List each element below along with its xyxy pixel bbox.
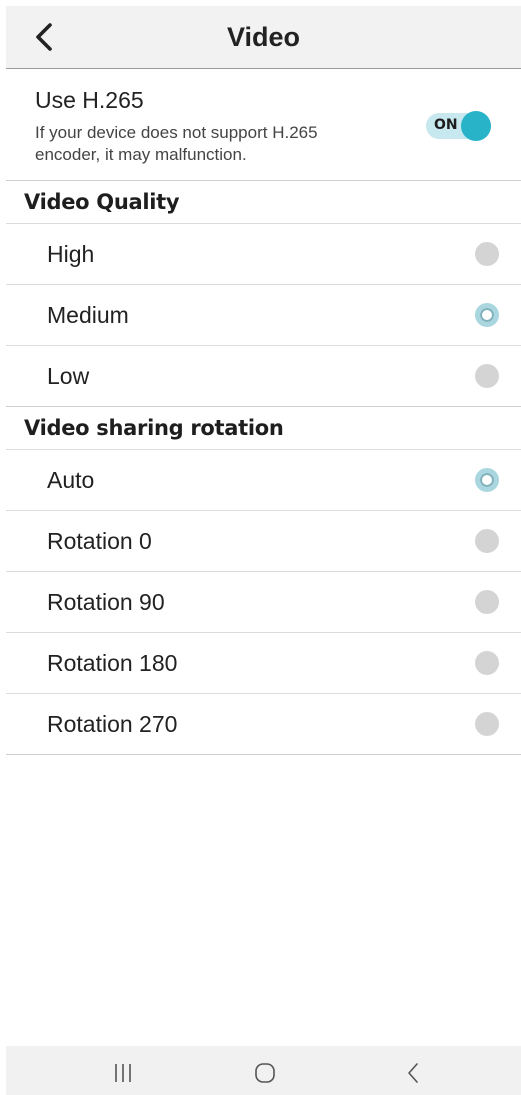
radio-unselected[interactable] — [475, 242, 499, 266]
h265-title: Use H.265 — [35, 87, 144, 113]
rotation-option-rotation-270[interactable]: Rotation 270 — [6, 694, 521, 755]
video-quality-header: Video Quality — [6, 181, 521, 224]
option-label: Rotation 180 — [47, 649, 178, 676]
rotation-option-auto[interactable]: Auto — [6, 450, 521, 511]
video-rotation-header: Video sharing rotation — [6, 407, 521, 450]
rotation-option-rotation-90[interactable]: Rotation 90 — [6, 572, 521, 633]
video-quality-list: High Medium Low — [6, 224, 521, 407]
system-nav-bar — [6, 1046, 521, 1095]
option-label: Rotation 90 — [47, 588, 165, 615]
option-label: Auto — [47, 466, 95, 493]
back-button[interactable] — [28, 20, 60, 54]
recents-icon — [115, 1064, 131, 1082]
option-label: Low — [47, 362, 90, 389]
option-label: Rotation 0 — [47, 527, 152, 554]
home-icon — [255, 1063, 275, 1083]
rotation-option-rotation-180[interactable]: Rotation 180 — [6, 633, 521, 694]
settings-content: Video Use H.265 If your device does not … — [6, 6, 521, 755]
top-app-bar: Video — [6, 6, 521, 69]
h265-setting-row: Use H.265 If your device does not suppor… — [6, 69, 521, 181]
quality-option-high[interactable]: High — [6, 224, 521, 285]
home-button[interactable] — [250, 1060, 280, 1086]
video-settings-screen: Video Use H.265 If your device does not … — [0, 0, 521, 1095]
option-label: Medium — [47, 301, 129, 328]
option-label: High — [47, 240, 95, 267]
radio-unselected[interactable] — [475, 364, 499, 388]
radio-unselected[interactable] — [475, 590, 499, 614]
toggle-knob — [461, 111, 491, 141]
radio-selected[interactable] — [475, 303, 499, 327]
quality-option-medium[interactable]: Medium — [6, 285, 521, 346]
nav-back-button[interactable] — [398, 1060, 428, 1086]
h265-toggle[interactable]: ON — [426, 111, 491, 141]
radio-unselected[interactable] — [475, 651, 499, 675]
radio-selected[interactable] — [475, 468, 499, 492]
video-rotation-list: Auto Rotation 0 Rotation 90 Rotation 180 Rot… — [6, 450, 521, 755]
quality-option-low[interactable]: Low — [6, 346, 521, 407]
radio-unselected[interactable] — [475, 712, 499, 736]
rotation-option-rotation-0[interactable]: Rotation 0 — [6, 511, 521, 572]
toggle-label: ON — [434, 117, 458, 133]
option-label: Rotation 270 — [47, 710, 178, 737]
chevron-left-icon — [36, 23, 52, 51]
radio-unselected[interactable] — [475, 529, 499, 553]
recents-button[interactable] — [108, 1060, 138, 1086]
back-icon — [408, 1063, 418, 1083]
page-title: Video — [226, 21, 301, 52]
h265-description: If your device does not support H.265 en… — [35, 123, 318, 164]
